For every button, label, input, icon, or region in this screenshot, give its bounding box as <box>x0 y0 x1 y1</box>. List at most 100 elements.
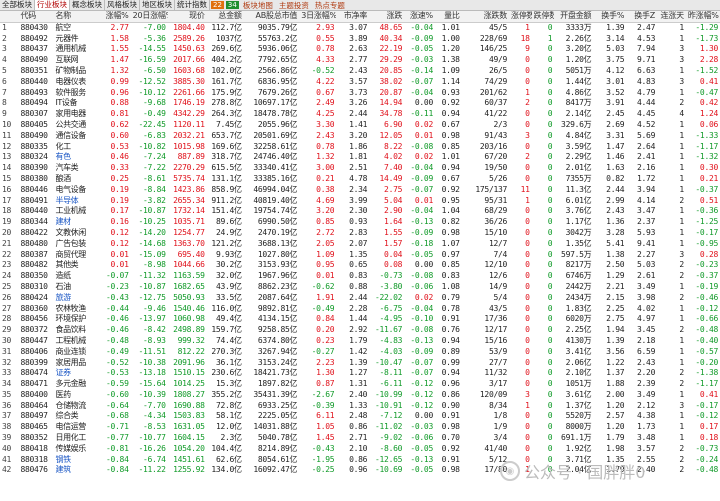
table-cell: 880437 <box>20 44 48 54</box>
table-row[interactable]: 7 880493 软件服务 0.96 -10.12 2261.66 175.9亿 7679.2… <box>0 88 720 99</box>
table-row[interactable]: 1 880430 航空 2.77 -7.00 1804.40 112.7亿 9035.79亿 2… <box>0 22 720 33</box>
table-row[interactable]: 23 880482 其他类 0.01 -8.98 1044.66 30.2亿 3153.93亿… <box>0 260 720 271</box>
table-cell: 13 <box>2 152 12 162</box>
table-row[interactable]: 32 880399 家居用品 -0.52 -10.38 2091.96 36.1亿 3153.… <box>0 358 720 369</box>
table-row[interactable]: 22 880387 商贸代理 0.01 -15.09 695.40 9.93亿 1027.80… <box>0 250 720 261</box>
column-header[interactable]: 昨涨幅% <box>685 11 720 23</box>
table-row[interactable]: 20 880422 文教休闲 0.12 -14.20 1254.77 24.9亿 2470.1… <box>0 228 720 239</box>
table-cell: 2.43 <box>606 206 625 216</box>
column-header[interactable]: 涨停数 <box>509 11 532 23</box>
table-cell: -11.22 <box>138 465 166 475</box>
column-header[interactable]: 涨跌 <box>369 11 405 23</box>
table-cell: 1603.68 <box>173 65 205 75</box>
table-row[interactable]: 8 880494 IT设备 0.88 -9.68 1746.19 278.8亿 10697.1… <box>0 98 720 109</box>
table-row[interactable]: 31 880406 商业连锁 -0.49 -11.51 812.22 270.3亿 3267.… <box>0 347 720 358</box>
table-cell: 1.88 <box>606 379 625 389</box>
table-row[interactable]: 21 880480 广告包装 0.12 -14.68 1363.70 121.2亿 3688.… <box>0 239 720 250</box>
column-header[interactable]: 量比 <box>434 11 462 23</box>
table-cell: -0.23 <box>106 281 129 291</box>
table-row[interactable]: 39 880352 日用化工 -0.77 -10.77 1604.15 2.3亿 5040.7… <box>0 433 720 444</box>
table-row[interactable]: 19 880344 建材 0.16 -10.25 1035.71 89.6亿 6990.50亿… <box>0 217 720 228</box>
column-header[interactable]: 名称 <box>53 11 102 23</box>
tab-statistics-index[interactable]: 统计指数 <box>175 0 210 10</box>
column-header[interactable]: 总金额 <box>206 11 244 23</box>
table-row[interactable]: 2 880492 元器件 1.58 -5.36 2589.26 1037亿 55763.2亿 0… <box>0 34 720 45</box>
table-cell: 2 <box>679 454 684 464</box>
column-header[interactable]: 现价 <box>167 11 207 23</box>
table-cell: -0.62 <box>311 281 335 291</box>
column-header[interactable]: 涨速% <box>404 11 435 23</box>
tab-concept-sectors[interactable]: 概念板块 <box>70 0 105 10</box>
table-row[interactable]: 33 880474 证券 -0.53 -13.18 1510.15 230.6亿 18421.… <box>0 368 720 379</box>
tab-region-sectors[interactable]: 地区板块 <box>140 0 175 10</box>
column-header[interactable]: 代码 <box>18 11 54 23</box>
table-cell: -0.05 <box>410 249 433 259</box>
column-header[interactable]: 连涨天 <box>657 11 686 23</box>
table-cell: 2270.29 <box>173 163 205 173</box>
column-header[interactable]: 跌停数 <box>531 11 555 23</box>
table-row[interactable]: 37 880497 综合类 -0.68 -4.34 1503.83 58.1亿 2225.05… <box>0 411 720 422</box>
table-row[interactable]: 17 880491 半导体 0.19 -3.82 2655.34 911.2亿 40819.4… <box>0 196 720 207</box>
table-cell: 880351 <box>20 65 48 75</box>
column-header[interactable]: 3日涨幅% <box>299 11 337 23</box>
tab-industry-sectors[interactable]: 行业板块 <box>35 0 70 10</box>
table-cell: 880440 <box>20 76 48 86</box>
column-header[interactable]: 20日涨幅% <box>130 11 168 23</box>
column-header[interactable]: AB股总市值 <box>243 11 300 23</box>
table-row[interactable]: 15 880380 酿酒 0.25 -8.61 5735.74 131.1亿 33385.16… <box>0 174 720 185</box>
table-cell: -4.34 <box>143 411 166 421</box>
table-cell: 1.01 <box>441 152 460 162</box>
table-row[interactable]: 13 880324 有色 0.46 -7.24 887.89 318.7亿 24746.40亿… <box>0 152 720 163</box>
table-row[interactable]: 38 880465 电信运营 -0.71 -8.53 1631.05 12.0亿 14031.… <box>0 422 720 433</box>
table-cell: 16092.47亿 <box>253 465 298 475</box>
tab-style-sectors[interactable]: 风格板块 <box>105 0 140 10</box>
column-header[interactable]: 换手% <box>593 11 627 23</box>
table-cell: 4.84亿 <box>565 130 592 140</box>
table-row[interactable]: 12 880335 化工 0.53 -10.82 1015.98 169.6亿 32258.6… <box>0 142 720 153</box>
table-cell: 0 <box>525 249 530 259</box>
tab-all-sectors[interactable]: 全部板块 <box>0 0 35 10</box>
column-header[interactable]: 开盘金额 <box>554 11 594 23</box>
table-row[interactable]: 40 880418 传媒娱乐 -0.81 -16.26 1054.20 104.4亿 8214… <box>0 444 720 455</box>
column-header[interactable]: 市净率 <box>336 11 370 23</box>
table-row[interactable]: 14 880390 汽车类 0.33 -7.22 2270.29 615.5亿 33340.4… <box>0 163 720 174</box>
tab-theme-investment[interactable]: 主题投资 <box>276 0 312 11</box>
column-header[interactable]: 涨跌数 <box>461 11 510 23</box>
table-row[interactable]: 28 880456 环境保护 -0.46 -13.97 1060.98 49.4亿 4134.… <box>0 314 720 325</box>
tab-sector-map[interactable]: 板块地图 <box>240 0 276 11</box>
table-row[interactable]: 34 880471 多元金融 -0.59 -15.64 1014.25 15.3亿 1897.… <box>0 379 720 390</box>
table-row[interactable]: 27 880360 农林牧渔 -0.44 -9.46 1540.46 116.0亿 9892.… <box>0 304 720 315</box>
table-cell: 2087.64亿 <box>257 292 298 302</box>
table-row[interactable]: 10 880405 公共交通 0.62 -22.45 1120.11 7.45亿 2055.9… <box>0 120 720 131</box>
table-cell: 2.45 <box>606 109 625 119</box>
table-row[interactable]: 11 880490 通信设备 0.60 -6.83 2032.21 653.7亿 20501.… <box>0 131 720 142</box>
table-cell: 2.15 <box>606 292 625 302</box>
table-row[interactable]: 5 880351 矿物制品 1.32 -6.50 1603.68 102.0亿 2566.86… <box>0 66 720 77</box>
table-row[interactable]: 18 880440 工业机械 0.17 -10.87 1732.14 151.4亿 19754… <box>0 206 720 217</box>
table-cell: -22.45 <box>138 119 166 129</box>
column-header[interactable]: 换手Z <box>626 11 658 23</box>
table-row[interactable]: 35 880400 医药 -0.60 -10.39 1808.27 355.2亿 35431.… <box>0 390 720 401</box>
table-row[interactable]: 29 880372 食品饮料 -0.46 -8.42 2498.89 159.7亿 9258.… <box>0 325 720 336</box>
table-cell: 0.96 <box>110 87 129 97</box>
table-row[interactable]: 16 880446 电气设备 0.19 -8.84 1423.86 858.9亿 46994.… <box>0 185 720 196</box>
table-row[interactable]: 36 880464 仓储物流 -0.64 -7.70 1690.88 72.8亿 6933.2… <box>0 401 720 412</box>
table-row[interactable]: 24 880350 造纸 -0.07 -11.32 1163.59 32.0亿 1967.96… <box>0 271 720 282</box>
table-row[interactable]: 6 880440 电器仪表 0.99 -12.52 3885.30 161.7亿 6836.9… <box>0 77 720 88</box>
tab-hot-topics[interactable]: 热点专题 <box>312 0 348 11</box>
table-cell: 5040.78亿 <box>257 433 298 443</box>
table-cell: 4 <box>679 109 684 119</box>
table-row[interactable]: 9 880307 家用电器 0.81 -0.49 4342.29 264.3亿 18478.7… <box>0 109 720 120</box>
table-row[interactable]: 30 880447 工程机械 -0.48 -8.93 999.32 74.4亿 6374.80… <box>0 336 720 347</box>
table-cell: 1682.65 <box>173 281 205 291</box>
column-header[interactable]: 涨幅% <box>101 11 131 23</box>
table-row[interactable]: 4 880490 互联网 1.47 -16.59 2017.66 404.2亿 7792.65… <box>0 55 720 66</box>
table-cell: -0.04 <box>410 163 433 173</box>
table-cell: 2.16 <box>637 163 656 173</box>
table-cell: 0.51 <box>699 195 718 205</box>
table-row[interactable]: 3 880437 通用机械 1.55 -14.55 1450.63 269.6亿 5936.0… <box>0 44 720 55</box>
table-cell: 0.19 <box>110 184 129 194</box>
table-cell: 1 <box>679 22 684 32</box>
table-row[interactable]: 25 880310 石油 -0.23 -10.87 1682.65 43.9亿 8862.23… <box>0 282 720 293</box>
table-row[interactable]: 26 880424 旅游 -0.43 -12.75 5050.93 33.5亿 2087.64… <box>0 293 720 304</box>
